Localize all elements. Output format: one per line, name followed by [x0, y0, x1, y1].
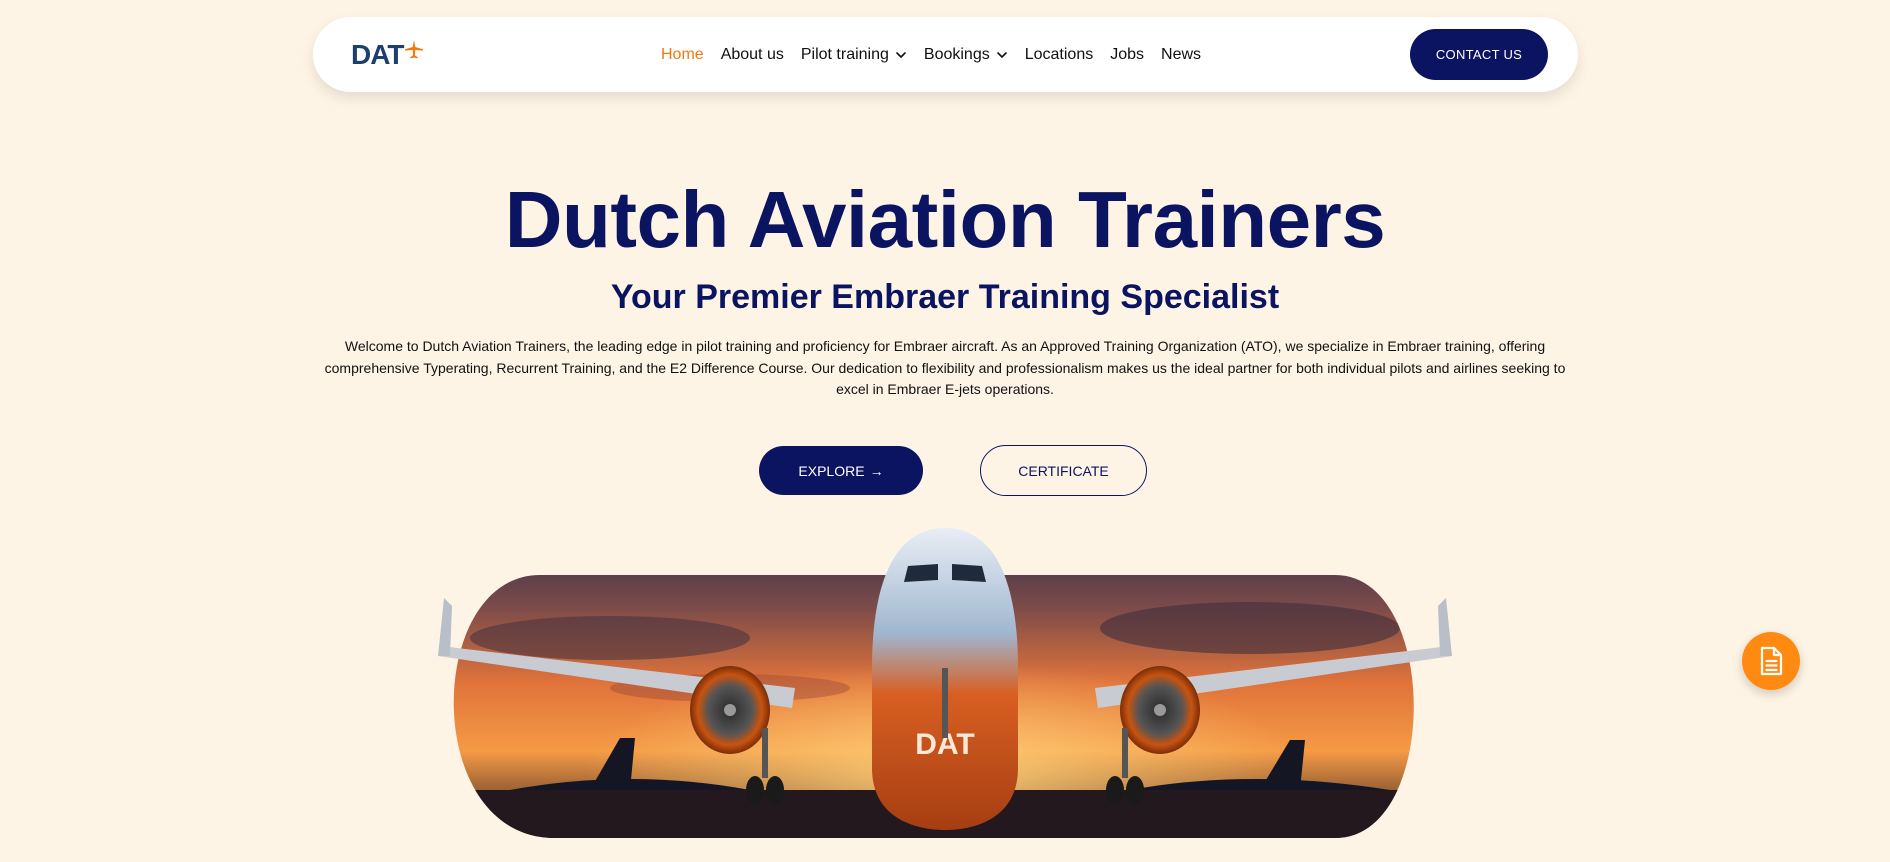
- explore-button-label: EXPLORE: [798, 462, 865, 479]
- nav-item-label: Locations: [1024, 45, 1094, 63]
- nav-item-label: News: [1161, 45, 1202, 63]
- hero-airplane-image: DAT: [438, 528, 1452, 838]
- nav-item-home[interactable]: Home: [661, 46, 704, 64]
- explore-button[interactable]: EXPLORE →: [759, 446, 923, 495]
- nav-item-label: Jobs: [1110, 45, 1145, 63]
- document-icon: [1760, 646, 1783, 676]
- hero-subtitle: Your Premier Embraer Training Specialist: [610, 278, 1280, 316]
- nav-item-about-us[interactable]: About us: [721, 46, 784, 64]
- logo-text: DAT: [351, 39, 404, 70]
- nav-item-label: Pilot training: [800, 45, 889, 63]
- nav-item-locations[interactable]: Locations: [1025, 46, 1094, 64]
- nav-item-label: About us: [720, 45, 784, 63]
- nav-item-bookings[interactable]: Bookings: [924, 46, 1008, 64]
- floating-document-button[interactable]: [1742, 632, 1800, 690]
- chevron-down-icon: [996, 51, 1007, 58]
- arrow-right-icon: →: [869, 462, 884, 479]
- contact-us-button[interactable]: CONTACT US: [1410, 29, 1548, 80]
- hero-description: Welcome to Dutch Aviation Trainers, the …: [324, 338, 1566, 397]
- hero-title: Dutch Aviation Trainers: [504, 175, 1386, 264]
- nav-item-pilot-training[interactable]: Pilot training: [801, 46, 907, 64]
- plane-icon: [405, 40, 424, 59]
- main-nav: Home About us Pilot training Bookings Lo…: [661, 17, 1218, 92]
- certificate-button[interactable]: CERTIFICATE: [980, 445, 1147, 496]
- navbar: DAT Home About us Pilot training Booking…: [313, 17, 1578, 92]
- nav-item-label: Bookings: [923, 45, 990, 63]
- logo[interactable]: DAT: [351, 39, 424, 71]
- chevron-down-icon: [896, 51, 906, 58]
- nav-item-label: Home: [661, 45, 704, 63]
- nav-item-news[interactable]: News: [1161, 46, 1201, 64]
- nav-item-jobs[interactable]: Jobs: [1110, 46, 1144, 64]
